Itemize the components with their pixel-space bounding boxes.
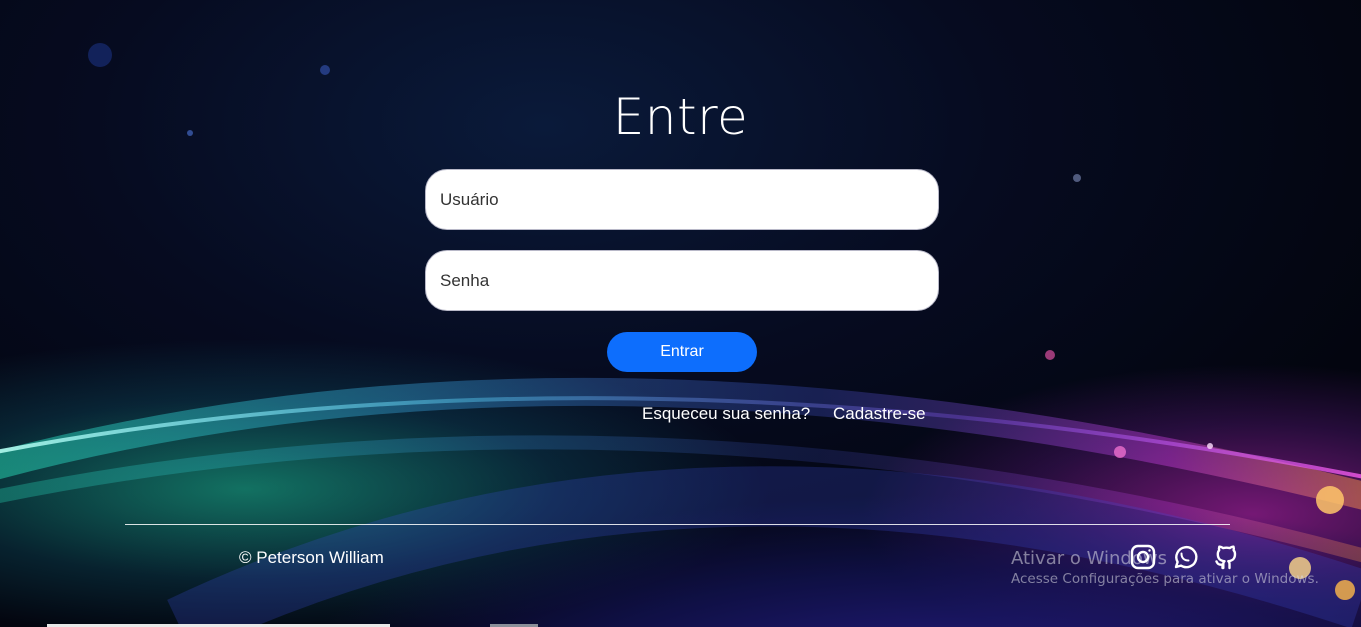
windows-activation-watermark: Ativar o Windows Acesse Configurações pa… bbox=[1011, 548, 1319, 587]
footer-divider bbox=[125, 524, 1230, 525]
username-input[interactable] bbox=[425, 169, 939, 230]
forgot-password-link[interactable]: Esqueceu sua senha? bbox=[642, 404, 810, 424]
github-icon[interactable] bbox=[1212, 543, 1240, 571]
login-button[interactable]: Entrar bbox=[607, 332, 757, 372]
signup-link[interactable]: Cadastre-se bbox=[833, 404, 926, 424]
copyright-text: © Peterson William bbox=[239, 548, 384, 567]
activation-subtitle: Acesse Configurações para ativar o Windo… bbox=[1011, 571, 1319, 587]
whatsapp-icon[interactable] bbox=[1171, 543, 1199, 571]
activation-title: Ativar o Windows bbox=[1011, 548, 1167, 569]
password-input[interactable] bbox=[425, 250, 939, 311]
page-title: Entre bbox=[612, 88, 749, 146]
instagram-icon[interactable] bbox=[1129, 543, 1157, 571]
